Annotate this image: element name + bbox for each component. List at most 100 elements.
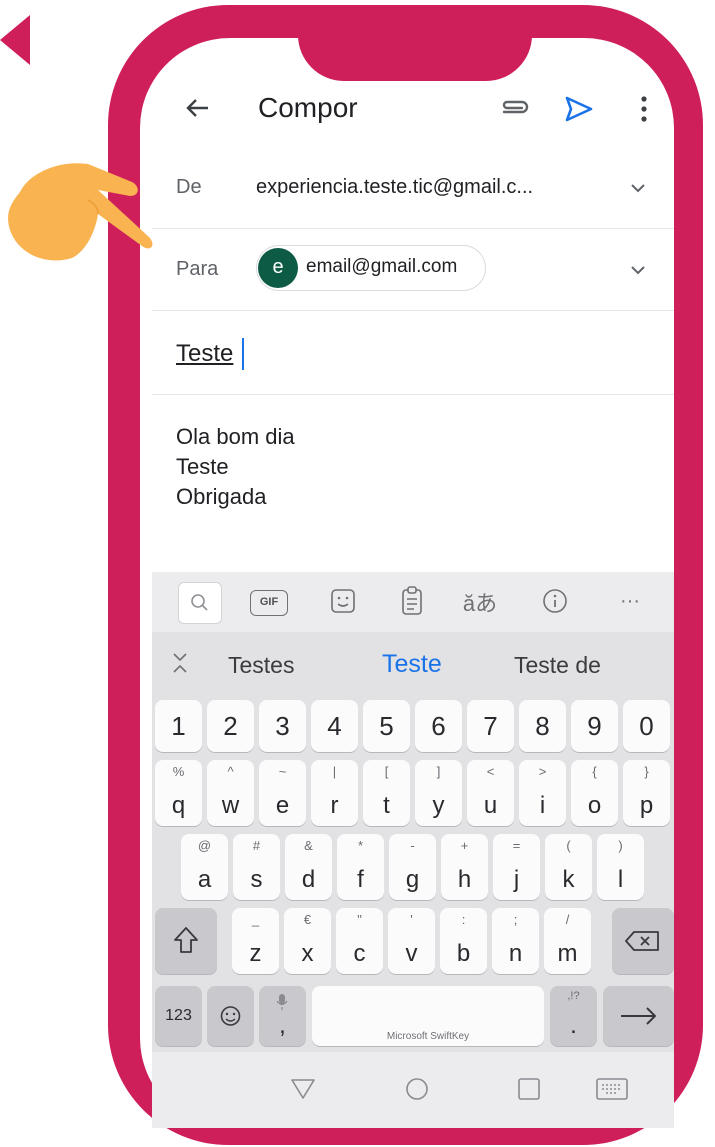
send-icon[interactable] — [562, 92, 596, 126]
key-label: y — [432, 792, 445, 819]
emoji-key[interactable] — [207, 986, 254, 1046]
key-secondary-label: _ — [251, 912, 260, 927]
key-z[interactable]: _ z — [232, 908, 279, 974]
key-a[interactable]: @ a — [181, 834, 228, 900]
enter-key[interactable] — [603, 986, 674, 1046]
attach-icon[interactable] — [498, 94, 532, 124]
period-key[interactable]: ,!?. — [550, 986, 597, 1046]
microphone-icon — [276, 994, 288, 1010]
key-4[interactable]: 4 — [311, 700, 358, 752]
key-o[interactable]: {o — [571, 760, 618, 826]
gif-icon[interactable]: GIF — [250, 590, 288, 616]
keyboard-search-button[interactable] — [178, 582, 222, 624]
key-5[interactable]: 5 — [363, 700, 410, 752]
page-title: Compor — [258, 92, 358, 123]
key-secondary-label: # — [252, 838, 261, 853]
key-g[interactable]: -g — [389, 834, 436, 900]
numbers-key[interactable]: 123 — [155, 986, 202, 1046]
key-0[interactable]: 0 — [623, 700, 670, 752]
from-field[interactable]: experiencia.teste.tic@gmail.c... — [256, 176, 533, 199]
translate-icon[interactable]: ăあ — [460, 586, 500, 618]
divider — [152, 310, 674, 311]
key-1[interactable]: 1 — [155, 700, 202, 752]
key-3[interactable]: 3 — [259, 700, 306, 752]
key-label: z — [249, 940, 262, 967]
key-label: 4 — [327, 711, 342, 741]
key-q[interactable]: % q — [155, 760, 202, 826]
phone-notch — [298, 5, 532, 81]
nav-home-icon[interactable] — [402, 1074, 432, 1104]
back-icon[interactable] — [180, 90, 216, 126]
key-label: 9 — [587, 711, 602, 741]
key-label: l — [617, 866, 624, 893]
info-icon[interactable] — [540, 586, 570, 616]
body-line[interactable]: Teste — [176, 452, 229, 482]
body-line[interactable]: Ola bom dia — [176, 422, 295, 452]
key-secondary-label: * — [357, 838, 364, 853]
key-i[interactable]: > i — [519, 760, 566, 826]
key-c[interactable]: " c — [336, 908, 383, 974]
key-label: k — [562, 866, 575, 893]
key-x[interactable]: € x — [284, 908, 331, 974]
key-v[interactable]: ' v — [388, 908, 435, 974]
key-l[interactable]: ) l — [597, 834, 644, 900]
key-s[interactable]: # s — [233, 834, 280, 900]
key-7[interactable]: 7 — [467, 700, 514, 752]
subject-field[interactable]: Teste — [176, 340, 233, 368]
shift-key[interactable] — [155, 908, 217, 974]
suggestion-2[interactable]: Teste — [382, 650, 442, 679]
space-label: Microsoft SwiftKey — [386, 1031, 470, 1042]
key-secondary-label: € — [303, 912, 312, 927]
key-n[interactable]: ; n — [492, 908, 539, 974]
key-2[interactable]: 2 — [207, 700, 254, 752]
more-icon[interactable]: ··· — [610, 590, 650, 613]
key-h[interactable]: + h — [441, 834, 488, 900]
from-expand-chevron-down-icon[interactable] — [626, 178, 650, 198]
key-secondary-label: ) — [618, 838, 623, 853]
suggestion-1[interactable]: Testes — [228, 652, 294, 679]
nav-recents-icon[interactable] — [514, 1074, 544, 1104]
more-options-icon[interactable] — [634, 92, 654, 126]
key-label: d — [301, 866, 316, 893]
key-y[interactable]: ] y — [415, 760, 462, 826]
key-6[interactable]: 6 — [415, 700, 462, 752]
space-bar[interactable]: Microsoft SwiftKey — [312, 986, 544, 1046]
key-8[interactable]: 8 — [519, 700, 566, 752]
key-secondary-label: + — [460, 838, 469, 853]
backspace-key[interactable] — [612, 908, 674, 974]
key-label: 7 — [483, 711, 498, 741]
keyboard-hide-icon[interactable] — [594, 1076, 630, 1102]
key-label: v — [405, 940, 418, 967]
key-k[interactable]: (k — [545, 834, 592, 900]
sticker-icon[interactable] — [328, 586, 358, 616]
divider — [152, 228, 674, 229]
back-arrow-icon[interactable] — [0, 15, 30, 65]
key-p[interactable]: } p — [623, 760, 670, 826]
key-secondary-label: & — [304, 838, 313, 853]
from-label: De — [176, 176, 202, 198]
key-j[interactable]: = j — [493, 834, 540, 900]
key-f[interactable]: * f — [337, 834, 384, 900]
comma-key[interactable]: , — [259, 986, 306, 1046]
collapse-suggestions-icon[interactable] — [168, 650, 192, 680]
key-t[interactable]: [t — [363, 760, 410, 826]
nav-back-icon[interactable] — [288, 1074, 318, 1104]
key-b[interactable]: :b — [440, 908, 487, 974]
key-label: t — [383, 792, 390, 819]
clipboard-icon[interactable] — [398, 584, 426, 618]
key-w[interactable]: ^ w — [207, 760, 254, 826]
key-m[interactable]: / m — [544, 908, 591, 974]
key-9[interactable]: 9 — [571, 700, 618, 752]
key-secondary-label: - — [410, 838, 415, 853]
key-e[interactable]: ~ e — [259, 760, 306, 826]
body-line[interactable]: Obrigada — [176, 482, 267, 512]
key-u[interactable]: < u — [467, 760, 514, 826]
enter-arrow-icon — [621, 1007, 657, 1025]
key-r[interactable]: | r — [311, 760, 358, 826]
suggestion-3[interactable]: Teste de — [514, 652, 601, 679]
to-expand-chevron-down-icon[interactable] — [626, 260, 650, 280]
backspace-icon — [625, 931, 659, 951]
key-label: r — [330, 792, 339, 819]
key-d[interactable]: & d — [285, 834, 332, 900]
key-label: j — [513, 866, 520, 893]
